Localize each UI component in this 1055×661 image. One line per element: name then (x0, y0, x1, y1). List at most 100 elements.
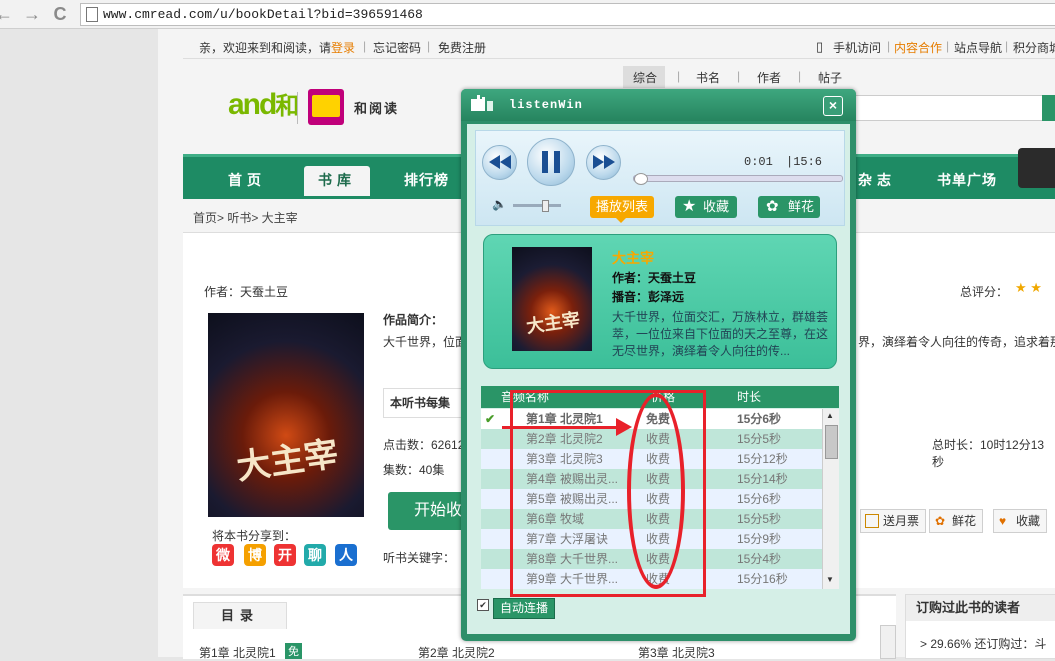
site-nav-link[interactable]: 站点导航 (954, 39, 1002, 56)
search-input[interactable] (852, 95, 1044, 121)
annotation-arrow-head (616, 418, 632, 436)
flower-label: 鲜花 (952, 514, 977, 528)
auto-play-checkbox[interactable]: ✔ (477, 599, 489, 611)
row-duration: 15分12秒 (737, 452, 788, 466)
book-description: 大千世界，位面交汇，万族林立，群雄荟萃，一位位来自下位面的天之至尊，在这无尽世界… (612, 310, 829, 358)
read-logo-text: 和阅读 (354, 101, 400, 116)
url-text[interactable]: www.cmread.com/u/bookDetail?bid=39659146… (103, 7, 423, 22)
volume-slider[interactable] (513, 200, 561, 212)
total-time: |15:6 (786, 155, 823, 169)
book-title: 大主宰 (612, 250, 654, 266)
nav-booklist[interactable]: 书单广场 (937, 170, 997, 190)
scroll-down-icon[interactable]: ▼ (826, 575, 834, 584)
logo-divider (297, 92, 298, 124)
page-scrollbar[interactable] (880, 625, 896, 659)
breadcrumb[interactable]: 首页> 听书> 大主宰 (193, 209, 298, 226)
search-button[interactable] (1042, 95, 1055, 121)
points-mall-link[interactable]: 积分商城 (1013, 39, 1055, 56)
chat-share-icon[interactable]: 聊 (304, 544, 326, 566)
nav-library[interactable]: 书库 (318, 170, 356, 190)
playlist-button[interactable]: 播放列表 (590, 196, 654, 218)
divider: | (1005, 39, 1009, 53)
ticket-icon (865, 514, 879, 528)
directory-item[interactable]: 第1章 北灵院1 (199, 644, 276, 661)
auto-play-button[interactable]: 自动连播 (493, 598, 555, 619)
start-listening-button[interactable]: 开始收 (388, 492, 468, 530)
close-button[interactable]: × (823, 96, 843, 116)
episode-tip: 本听书每集 (383, 388, 465, 418)
keywords-label: 听书关键字： (383, 551, 456, 565)
progress-knob[interactable] (634, 173, 648, 185)
flower-popup-label: 鲜花 (788, 199, 815, 214)
volume-icon[interactable]: 🔈 (492, 197, 507, 211)
also-bought-panel: 订购过此书的读者 > 29.66% 还订购过：斗 (905, 594, 1055, 659)
forgot-password-link[interactable]: 忘记密码 (373, 39, 421, 56)
kaixin-share-icon[interactable]: 开 (274, 544, 296, 566)
directory-tab[interactable]: 目录 (193, 602, 287, 629)
favorite-popup-button[interactable]: ★ 收藏 (675, 196, 737, 218)
and-logo[interactable]: and和 (228, 86, 299, 122)
pause-icon (542, 151, 560, 173)
favorite-label: 收藏 (1016, 514, 1041, 528)
share-label: 将本书分享到： (212, 529, 297, 543)
fast-forward-icon (593, 155, 615, 169)
listen-window-titlebar[interactable]: listenWin × (461, 89, 856, 121)
cover-title: 大主宰 (234, 436, 341, 487)
book-narrator: 播音：彭泽远 (612, 290, 685, 304)
divider: | (887, 39, 891, 53)
search-tab-all[interactable]: 综合 (633, 69, 657, 86)
row-duration: 15分6秒 (737, 492, 782, 506)
page-margin (0, 29, 158, 657)
mobile-access-link[interactable]: 手机访问 (833, 39, 881, 56)
search-tab-title[interactable]: 书名 (696, 69, 720, 86)
star-icon: ★ (682, 198, 697, 215)
back-icon[interactable]: ← (0, 4, 14, 24)
fast-forward-button[interactable] (586, 145, 621, 180)
flower-button[interactable]: ✿ 鲜花 (929, 509, 984, 533)
column-duration-header: 时长 (737, 390, 762, 404)
forward-icon[interactable]: → (22, 4, 42, 24)
tencent-share-icon[interactable]: 博 (244, 544, 266, 566)
volume-knob[interactable] (542, 200, 549, 212)
scroll-thumb[interactable] (825, 425, 838, 459)
directory-item[interactable]: 第3章 北灵院3 (638, 644, 715, 661)
content-cooperation-link[interactable]: 内容合作 (894, 39, 942, 56)
monthly-ticket-label: 送月票 (883, 514, 920, 528)
nav-home[interactable]: 首页 (228, 170, 266, 190)
rewind-button[interactable] (482, 145, 517, 180)
rating-label: 总评分： (960, 285, 1009, 299)
nav-ranking[interactable]: 排行榜 (404, 170, 449, 190)
row-duration: 15分16秒 (737, 572, 788, 586)
divider: | (737, 69, 741, 83)
scroll-up-icon[interactable]: ▲ (826, 411, 834, 420)
also-bought-title: 订购过此书的读者 (906, 595, 1055, 621)
weibo-share-icon[interactable]: 微 (212, 544, 234, 566)
app-logo-icon (471, 95, 493, 111)
progress-bar[interactable] (633, 173, 843, 185)
divider: | (946, 39, 950, 53)
reload-icon[interactable]: C (50, 4, 70, 24)
also-bought-line[interactable]: > 29.66% 还订购过：斗 (920, 635, 1046, 652)
flower-icon: ✿ (935, 514, 946, 528)
search-tab-author[interactable]: 作者 (757, 69, 781, 86)
row-duration: 15分5秒 (737, 432, 782, 446)
login-link[interactable]: 登录 (331, 39, 355, 56)
favorite-button[interactable]: ♥ 收藏 (993, 509, 1048, 533)
playlist-scrollbar[interactable]: ▲ ▼ (822, 409, 839, 589)
read-logo-icon[interactable] (308, 89, 344, 125)
side-float-button[interactable] (1018, 148, 1055, 188)
row-duration: 15分4秒 (737, 552, 782, 566)
row-duration: 15分5秒 (737, 512, 782, 526)
renren-share-icon[interactable]: 人 (335, 544, 357, 566)
book-cover-image[interactable]: 大主宰 (208, 313, 364, 517)
annotation-oval (627, 393, 685, 589)
monthly-ticket-button[interactable]: 送月票 (860, 509, 927, 533)
mobile-icon: ▯ (816, 39, 824, 54)
address-bar[interactable]: www.cmread.com/u/bookDetail?bid=39659146… (80, 3, 1055, 26)
flower-popup-button[interactable]: ✿ 鲜花 (758, 196, 820, 218)
nav-magazine[interactable]: 杂志 (858, 170, 896, 190)
register-link[interactable]: 免费注册 (438, 39, 486, 56)
search-tab-posts[interactable]: 帖子 (818, 69, 842, 86)
pause-button[interactable] (527, 138, 575, 186)
directory-item[interactable]: 第2章 北灵院2 (418, 644, 495, 661)
